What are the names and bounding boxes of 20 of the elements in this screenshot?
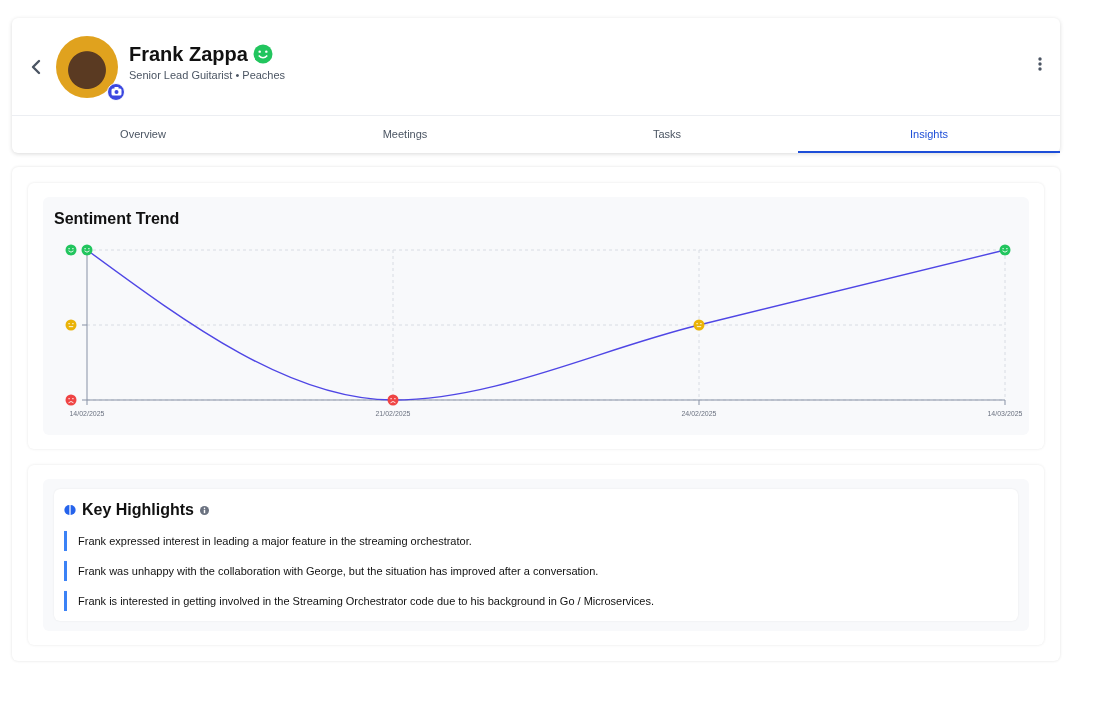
chart-title: Sentiment Trend xyxy=(54,210,181,228)
camera-button[interactable] xyxy=(107,82,125,101)
y-tick-face-icon xyxy=(65,319,77,331)
profile-name: Frank Zappa xyxy=(129,42,248,66)
tab[interactable]: Meetings xyxy=(274,116,536,153)
profile-subtitle: Senior Lead Guitarist • Peaches xyxy=(129,68,286,81)
info-icon[interactable] xyxy=(200,505,209,515)
more-options-icon[interactable] xyxy=(1036,55,1044,72)
highlight-item: Frank was unhappy with the collaboration with George, but the situation has improved after a conversation. xyxy=(64,561,1008,581)
tab[interactable]: Insights xyxy=(798,116,1060,153)
brain-icon xyxy=(64,504,76,516)
highlight-item: Frank expressed interest in leading a major feature in the streaming orchestrator. xyxy=(64,531,1008,551)
tab[interactable]: Overview xyxy=(12,116,274,153)
tab[interactable]: Tasks xyxy=(536,116,798,153)
y-tick-face-icon xyxy=(65,244,77,256)
highlights-title: Key Highlights xyxy=(82,501,194,519)
highlight-item: Frank is interested in getting involved in the Streaming Orchestrator code due to his background in Go / Microservices. xyxy=(64,591,1008,611)
back-button[interactable] xyxy=(30,57,42,76)
y-tick-face-icon xyxy=(65,394,77,406)
camera-icon xyxy=(110,87,122,96)
